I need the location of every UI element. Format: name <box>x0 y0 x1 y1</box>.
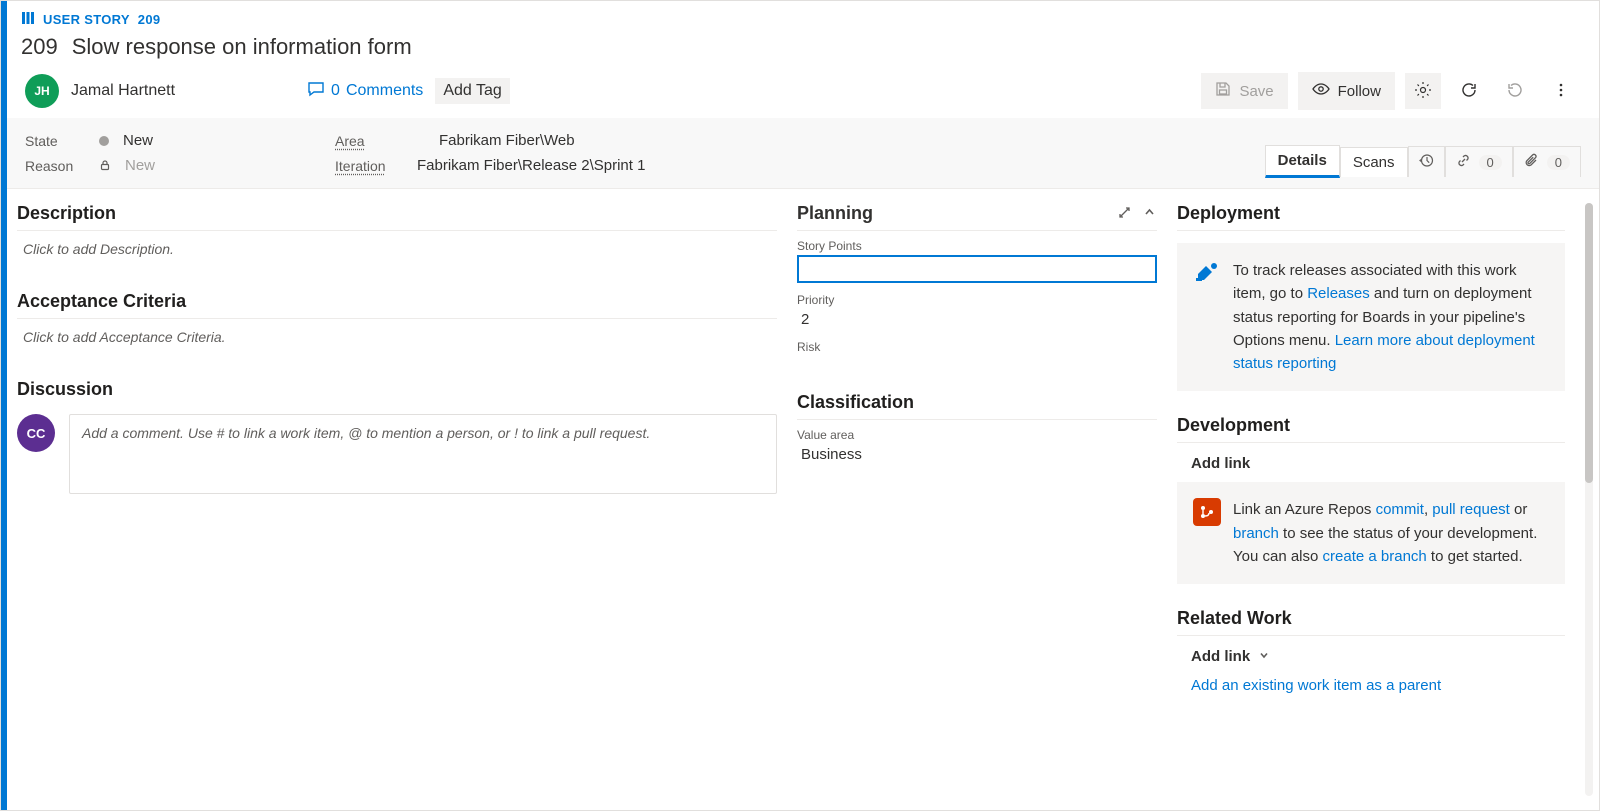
tab-links[interactable]: 0 <box>1445 146 1513 177</box>
state-label: State <box>25 133 85 149</box>
work-item-title[interactable]: Slow response on information form <box>72 34 412 60</box>
current-user-avatar: CC <box>17 414 55 452</box>
dev-add-link[interactable]: Add link <box>1177 451 1565 476</box>
risk-value[interactable] <box>797 356 1157 368</box>
tab-scans[interactable]: Scans <box>1340 147 1408 177</box>
discussion-title: Discussion <box>17 379 777 414</box>
undo-button[interactable] <box>1497 73 1533 109</box>
save-button: Save <box>1201 73 1287 109</box>
iteration-value[interactable]: Fabrikam Fiber\Release 2\Sprint 1 <box>417 157 645 174</box>
classification-title: Classification <box>797 392 1157 420</box>
link-icon <box>1456 153 1471 171</box>
deployment-title: Deployment <box>1177 203 1565 231</box>
scrollbar-thumb[interactable] <box>1585 203 1593 483</box>
gear-icon <box>1414 81 1432 102</box>
history-icon <box>1419 153 1434 171</box>
tab-attachments[interactable]: 0 <box>1513 146 1581 177</box>
area-label: Area <box>335 133 395 149</box>
related-work-title: Related Work <box>1177 608 1565 636</box>
kebab-icon <box>1553 82 1569 101</box>
comments-link[interactable]: 0 Comments <box>307 80 423 103</box>
chevron-down-icon <box>1258 648 1270 665</box>
value-area-label: Value area <box>797 426 1157 444</box>
iteration-label: Iteration <box>335 158 395 174</box>
description-input[interactable]: Click to add Description. <box>17 231 777 267</box>
undo-icon <box>1506 81 1524 102</box>
lock-icon <box>99 158 111 174</box>
attachment-icon <box>1524 153 1539 171</box>
pipeline-icon <box>1193 259 1221 287</box>
expand-icon[interactable] <box>1117 205 1132 223</box>
branch-link[interactable]: branch <box>1233 525 1279 542</box>
commit-link[interactable]: commit <box>1376 501 1424 518</box>
comment-icon <box>307 80 325 103</box>
story-points-label: Story Points <box>797 237 1157 255</box>
breadcrumb-type: USER STORY <box>43 12 130 27</box>
description-title: Description <box>17 203 777 231</box>
development-title: Development <box>1177 415 1565 443</box>
save-icon <box>1215 81 1231 101</box>
repos-icon <box>1193 498 1221 526</box>
add-existing-parent-link[interactable]: Add an existing work item as a parent <box>1177 669 1565 702</box>
comments-label: Comments <box>346 82 423 100</box>
state-value[interactable]: New <box>123 132 153 149</box>
acceptance-title: Acceptance Criteria <box>17 291 777 319</box>
scrollbar[interactable] <box>1585 203 1593 796</box>
area-value[interactable]: Fabrikam Fiber\Web <box>439 132 575 149</box>
acceptance-input[interactable]: Click to add Acceptance Criteria. <box>17 319 777 355</box>
priority-label: Priority <box>797 291 1157 309</box>
assignee-avatar[interactable]: JH <box>25 74 59 108</box>
related-add-link[interactable]: Add link <box>1177 644 1565 669</box>
assignee-name[interactable]: Jamal Hartnett <box>71 82 175 100</box>
tab-details[interactable]: Details <box>1265 145 1340 178</box>
value-area-value[interactable]: Business <box>797 444 1157 473</box>
reason-value: New <box>125 157 155 174</box>
more-actions-button[interactable] <box>1543 73 1579 109</box>
tab-history[interactable] <box>1408 146 1445 177</box>
user-story-icon <box>21 11 35 28</box>
risk-label: Risk <box>797 338 1157 356</box>
story-points-input[interactable] <box>797 255 1157 283</box>
eye-icon <box>1312 80 1330 102</box>
priority-value[interactable]: 2 <box>797 309 1157 338</box>
work-item-id: 209 <box>21 34 58 60</box>
refresh-button[interactable] <box>1451 73 1487 109</box>
comments-count: 0 <box>331 82 340 100</box>
add-tag-button[interactable]: Add Tag <box>435 78 509 104</box>
reason-label: Reason <box>25 158 85 174</box>
follow-button[interactable]: Follow <box>1298 72 1395 110</box>
settings-button[interactable] <box>1405 73 1441 109</box>
pull-request-link[interactable]: pull request <box>1432 501 1510 518</box>
development-text: Link an Azure Repos commit, pull request… <box>1233 498 1549 568</box>
releases-link[interactable]: Releases <box>1307 285 1370 302</box>
deployment-text: To track releases associated with this w… <box>1233 259 1549 375</box>
collapse-icon[interactable] <box>1142 205 1157 223</box>
create-branch-link[interactable]: create a branch <box>1323 548 1427 565</box>
links-count: 0 <box>1479 155 1502 170</box>
attach-count: 0 <box>1547 155 1570 170</box>
breadcrumb-id: 209 <box>138 12 161 27</box>
comment-input[interactable]: Add a comment. Use # to link a work item… <box>69 414 777 494</box>
planning-title: Planning <box>797 203 873 224</box>
state-dot-icon <box>99 136 109 146</box>
breadcrumb[interactable]: USER STORY 209 <box>7 1 1599 28</box>
refresh-icon <box>1460 81 1478 102</box>
